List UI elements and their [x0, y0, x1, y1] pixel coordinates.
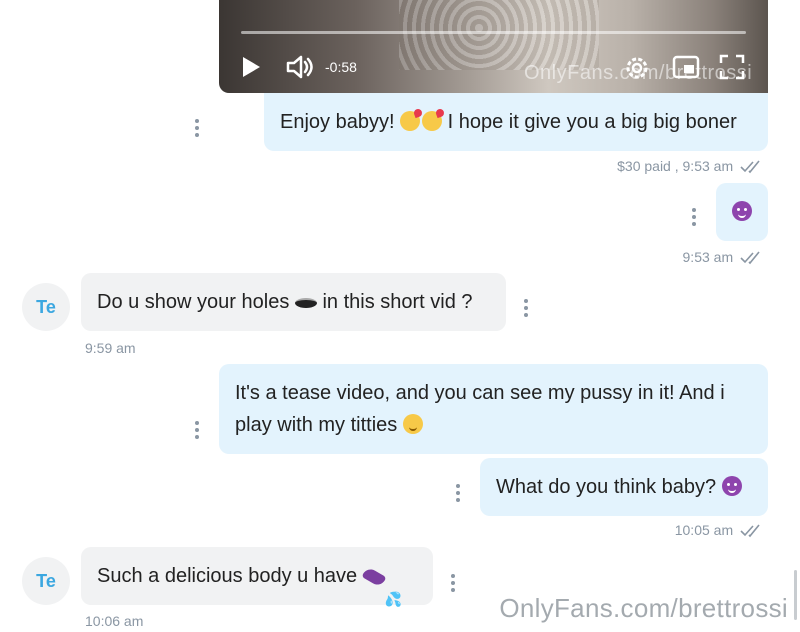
message-bubble: Do u show your holes in this short vid ?: [81, 273, 506, 331]
page-watermark: OnlyFans.com/brettrossi: [499, 593, 788, 623]
gear-icon[interactable]: [623, 54, 651, 87]
timestamp: 9:59 am: [85, 340, 136, 356]
message-meta: 9:53 am: [683, 249, 764, 265]
sweat-droplets-emoji-icon: 💦: [384, 590, 403, 607]
timestamp: 10:05 am: [674, 522, 734, 538]
video-progress-bar[interactable]: [241, 31, 746, 34]
read-receipt-icon: [740, 524, 760, 538]
message-bubble: [716, 183, 768, 241]
read-receipt-icon: [740, 251, 760, 265]
timestamp: 9:53 am: [682, 249, 734, 265]
kissing-face-emoji-icon: [400, 111, 421, 131]
avatar[interactable]: Te: [22, 283, 70, 331]
yum-face-emoji-icon: [402, 414, 423, 434]
message-bubble: It's a tease video, and you can see my p…: [219, 364, 768, 454]
scrollbar[interactable]: [794, 570, 797, 620]
message-text: in this short vid ?: [322, 291, 473, 313]
avatar[interactable]: Te: [22, 557, 70, 605]
message-menu-icon[interactable]: [195, 421, 199, 442]
message-meta: $30 paid , 9:53 am: [617, 158, 764, 174]
hole-emoji-icon: [294, 297, 317, 308]
smiling-devil-emoji-icon: [721, 476, 742, 496]
message-text: It's a tease video, and you can see my p…: [235, 382, 725, 404]
picture-in-picture-icon[interactable]: [672, 54, 700, 85]
message-text: I hope it give you a big big boner: [447, 111, 737, 133]
paid-label: $30 paid ,: [617, 158, 679, 174]
fullscreen-icon[interactable]: [719, 54, 745, 85]
message-meta: 10:05 am: [675, 522, 764, 538]
play-icon[interactable]: [243, 57, 260, 77]
kissing-face-emoji-icon: [422, 111, 443, 131]
message-menu-icon[interactable]: [456, 484, 460, 505]
message-menu-icon[interactable]: [524, 299, 528, 320]
volume-icon[interactable]: [285, 54, 315, 85]
read-receipt-icon: [740, 160, 760, 174]
message-bubble: Enjoy babyy! I hope it give you a big bi…: [264, 93, 768, 151]
message-menu-icon[interactable]: [692, 208, 696, 229]
smiling-devil-emoji-icon: [732, 201, 752, 221]
timestamp: 9:53 am: [682, 158, 734, 174]
timestamp: 10:06 am: [85, 613, 144, 629]
message-text: play with my titties: [235, 414, 398, 436]
message-text: Do u show your holes: [97, 291, 290, 313]
eggplant-emoji-icon: [361, 566, 387, 588]
message-text: Such a delicious body u have: [97, 565, 358, 587]
video-player[interactable]: -0:58 OnlyFans.com/brettrossi: [219, 0, 768, 93]
message-menu-icon[interactable]: [195, 119, 199, 140]
message-bubble: Such a delicious body u have 💦: [81, 547, 433, 607]
message-menu-icon[interactable]: [451, 574, 455, 595]
message-text: Enjoy babyy!: [280, 111, 395, 133]
message-bubble: What do you think baby?: [480, 458, 768, 516]
message-text: What do you think baby?: [496, 476, 717, 498]
video-time: -0:58: [325, 59, 357, 75]
